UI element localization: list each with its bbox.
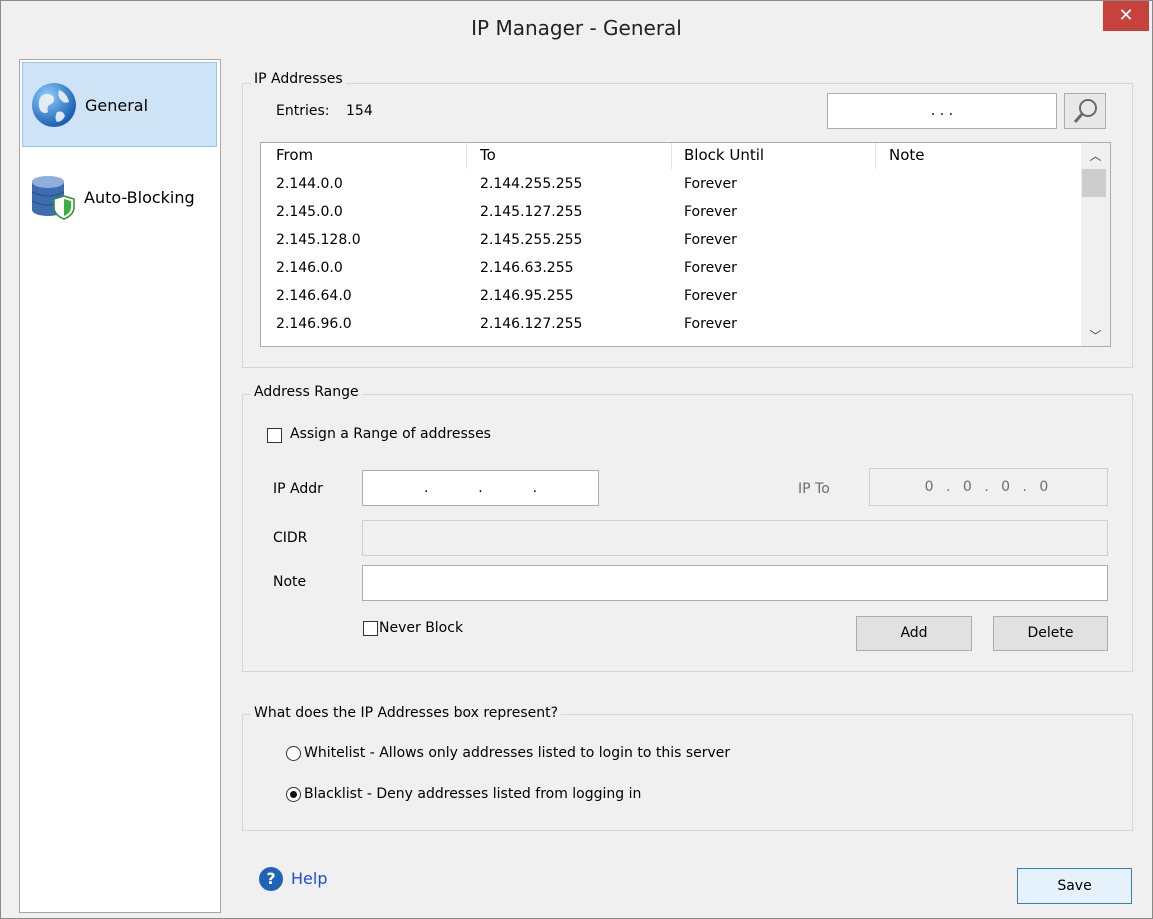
table-row[interactable]: 2.145.128.0 2.145.255.255 Forever (261, 228, 1081, 256)
table-row[interactable]: 2.146.0.0 2.146.63.255 Forever (261, 256, 1081, 284)
ip-dot: . (423, 480, 429, 496)
table-row[interactable]: 2.145.0.0 2.145.127.255 Forever (261, 200, 1081, 228)
ip-manager-window: IP Manager - General ✕ General Auto-Bloc… (0, 0, 1153, 919)
cell-to: 2.146.127.255 (480, 316, 583, 332)
column-header-to[interactable]: To (480, 146, 496, 164)
whitelist-label[interactable]: Whitelist - Allows only addresses listed… (304, 745, 730, 761)
cell-block-until: Forever (684, 260, 737, 276)
column-separator[interactable] (875, 143, 876, 169)
cell-from: 2.144.0.0 (276, 176, 343, 192)
cell-to: 2.144.255.255 (480, 176, 583, 192)
never-block-label[interactable]: Never Block (379, 620, 463, 636)
ip-to-label: IP To (798, 481, 830, 497)
assign-range-checkbox[interactable] (267, 428, 282, 443)
cell-from: 2.146.0.0 (276, 260, 343, 276)
ip-addr-input[interactable]: . . . (362, 470, 599, 506)
search-icon (1073, 99, 1097, 123)
help-link[interactable]: Help (291, 869, 327, 888)
table-row[interactable]: 2.146.64.0 2.146.95.255 Forever (261, 284, 1081, 312)
cell-from: 2.145.0.0 (276, 204, 343, 220)
ip-address-table[interactable]: From To Block Until Note 2.144.0.0 2.144… (260, 142, 1111, 347)
search-ip-placeholder: . . . (930, 103, 954, 119)
sidebar-item-auto-blocking[interactable]: Auto-Blocking (22, 150, 217, 235)
cell-from: 2.145.128.0 (276, 232, 361, 248)
cell-block-until: Forever (684, 316, 737, 332)
help-icon[interactable]: ? (259, 867, 283, 891)
blacklist-label[interactable]: Blacklist - Deny addresses listed from l… (304, 786, 641, 802)
sidebar-item-label: General (85, 96, 149, 115)
column-separator[interactable] (671, 143, 672, 169)
search-ip-input[interactable]: . . . (827, 93, 1057, 129)
sidebar: General Auto-Blocking (19, 59, 221, 913)
ip-to-input[interactable]: 0 . 0 . 0 . 0 (869, 468, 1108, 506)
scrollbar-thumb[interactable] (1082, 169, 1106, 197)
note-input[interactable] (362, 565, 1108, 601)
cell-to: 2.145.255.255 (480, 232, 583, 248)
whitelist-radio[interactable] (286, 746, 301, 761)
cell-to: 2.146.95.255 (480, 288, 574, 304)
ip-addresses-group-title: IP Addresses (251, 71, 346, 87)
column-header-note[interactable]: Note (889, 146, 925, 164)
delete-button[interactable]: Delete (993, 616, 1108, 651)
entries-count: 154 (346, 103, 373, 119)
title-bar[interactable]: IP Manager - General ✕ (1, 1, 1152, 59)
ip-addr-label: IP Addr (273, 481, 323, 497)
column-header-block-until[interactable]: Block Until (684, 146, 764, 164)
cidr-label: CIDR (273, 530, 308, 546)
scroll-up-arrow-icon[interactable]: ︿ (1081, 147, 1110, 164)
column-header-from[interactable]: From (276, 146, 313, 164)
cell-from: 2.146.96.0 (276, 316, 352, 332)
cidr-input[interactable] (362, 520, 1108, 556)
cell-to: 2.146.63.255 (480, 260, 574, 276)
entries-label: Entries: (276, 103, 330, 119)
blacklist-radio[interactable] (286, 787, 301, 802)
representation-group (242, 714, 1133, 831)
cell-to: 2.145.127.255 (480, 204, 583, 220)
sidebar-item-label: Auto-Blocking (84, 188, 195, 207)
never-block-checkbox[interactable] (363, 621, 378, 636)
cell-block-until: Forever (684, 204, 737, 220)
assign-range-label[interactable]: Assign a Range of addresses (290, 426, 491, 442)
save-button[interactable]: Save (1017, 868, 1132, 904)
note-label: Note (273, 574, 307, 590)
cell-from: 2.146.64.0 (276, 288, 352, 304)
cell-block-until: Forever (684, 176, 737, 192)
globe-icon (32, 83, 76, 127)
database-shield-icon (31, 176, 75, 220)
cell-block-until: Forever (684, 232, 737, 248)
representation-group-title: What does the IP Addresses box represent… (251, 705, 562, 721)
close-icon: ✕ (1118, 5, 1134, 26)
table-row[interactable]: 2.144.0.0 2.144.255.255 Forever (261, 172, 1081, 200)
add-button[interactable]: Add (856, 616, 972, 651)
address-range-group-title: Address Range (251, 384, 362, 400)
close-button[interactable]: ✕ (1103, 1, 1149, 31)
search-button[interactable] (1064, 93, 1106, 129)
sidebar-item-general[interactable]: General (22, 62, 217, 147)
ip-dot: . (478, 480, 483, 496)
ip-to-value: 0 . 0 . 0 . 0 (924, 479, 1053, 495)
cell-block-until: Forever (684, 288, 737, 304)
column-separator[interactable] (466, 143, 467, 169)
scroll-down-arrow-icon[interactable]: ﹀ (1081, 327, 1110, 344)
window-title: IP Manager - General (471, 16, 682, 40)
ip-dot: . (532, 480, 538, 496)
table-row[interactable]: 2.146.96.0 2.146.127.255 Forever (261, 312, 1081, 340)
